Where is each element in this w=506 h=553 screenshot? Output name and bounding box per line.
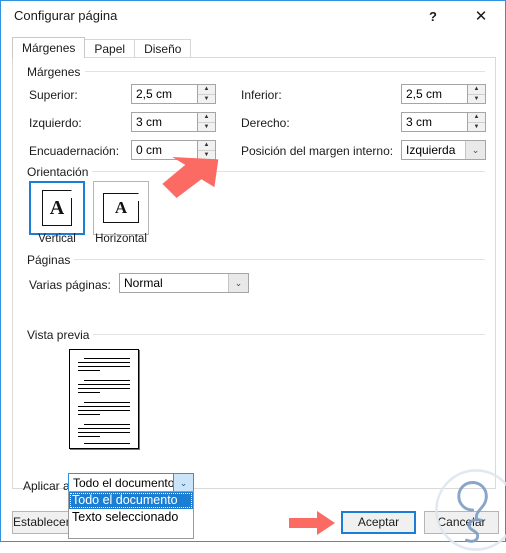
- label-aplicar-a: Aplicar a:: [23, 479, 74, 493]
- spin-up-icon[interactable]: ▲: [468, 85, 485, 95]
- ok-button[interactable]: Aceptar: [341, 511, 416, 534]
- close-icon[interactable]: ✕: [459, 1, 503, 31]
- dropdown-option-todo-el-documento[interactable]: Todo el documento: [69, 492, 193, 509]
- group-rule-margenes: [85, 71, 485, 72]
- spinner-izquierdo-value[interactable]: 3 cm: [132, 113, 197, 131]
- spin-down-icon[interactable]: ▼: [198, 123, 215, 132]
- spin-up-icon[interactable]: ▲: [198, 141, 215, 151]
- chevron-down-icon[interactable]: ⌄: [173, 474, 193, 492]
- spin-down-icon[interactable]: ▼: [468, 123, 485, 132]
- title-bar: Configurar página ? ✕: [1, 1, 505, 31]
- dialog-title: Configurar página: [14, 8, 118, 23]
- group-label-paginas: Páginas: [23, 253, 75, 267]
- spinner-derecho-buttons[interactable]: ▲ ▼: [467, 113, 485, 131]
- group-label-margenes: Márgenes: [23, 65, 85, 79]
- orientation-option-horizontal[interactable]: A: [93, 181, 149, 235]
- spinner-izquierdo-buttons[interactable]: ▲ ▼: [197, 113, 215, 131]
- combo-varias-paginas[interactable]: Normal ⌄: [119, 273, 249, 293]
- combo-posicion-margen-interno[interactable]: Izquierda ⌄: [401, 140, 486, 160]
- dropdown-list-aplicar-a[interactable]: Todo el documento Texto seleccionado: [68, 491, 194, 539]
- spin-up-icon[interactable]: ▲: [198, 113, 215, 123]
- page-preview: [69, 349, 139, 449]
- label-izquierdo: Izquierdo:: [29, 116, 82, 130]
- combo-varias-paginas-value[interactable]: Normal: [120, 274, 228, 292]
- spin-up-icon[interactable]: ▲: [468, 113, 485, 123]
- combo-aplicar-a-value[interactable]: Todo el documento: [69, 474, 173, 492]
- chevron-down-icon[interactable]: ⌄: [228, 274, 248, 292]
- portrait-page-icon: A: [42, 190, 72, 226]
- label-superior: Superior:: [29, 88, 78, 102]
- orientation-option-vertical[interactable]: A: [29, 181, 85, 235]
- dropdown-option-texto-seleccionado[interactable]: Texto seleccionado: [69, 509, 193, 526]
- label-derecho: Derecho:: [241, 116, 290, 130]
- help-icon[interactable]: ?: [411, 1, 455, 31]
- label-posicion-margen-interno: Posición del margen interno:: [241, 144, 394, 158]
- tab-papel[interactable]: Papel: [84, 39, 136, 58]
- tab-diseno[interactable]: Diseño: [134, 39, 192, 58]
- label-varias-paginas: Varias páginas:: [29, 278, 111, 292]
- annotation-arrow-ok: [289, 511, 335, 535]
- spin-down-icon[interactable]: ▼: [198, 95, 215, 104]
- tab-margenes[interactable]: Márgenes: [12, 37, 86, 58]
- spinner-inferior-buttons[interactable]: ▲ ▼: [467, 85, 485, 103]
- label-encuadernacion: Encuadernación:: [29, 144, 120, 158]
- group-rule-paginas: [69, 259, 485, 260]
- label-inferior: Inferior:: [241, 88, 282, 102]
- chevron-down-icon[interactable]: ⌄: [465, 141, 485, 159]
- group-rule-orientacion: [88, 171, 485, 172]
- spinner-inferior-value[interactable]: 2,5 cm: [402, 85, 467, 103]
- spin-down-icon[interactable]: ▼: [468, 95, 485, 104]
- spinner-derecho[interactable]: 3 cm ▲ ▼: [401, 112, 486, 132]
- annotation-arrow-gutter: [162, 156, 219, 198]
- landscape-page-icon: A: [103, 193, 139, 223]
- group-label-orientacion: Orientación: [23, 165, 93, 179]
- combo-aplicar-a[interactable]: Todo el documento ⌄: [68, 473, 194, 493]
- tab-strip: Márgenes Papel Diseño: [12, 37, 192, 58]
- spinner-superior-buttons[interactable]: ▲ ▼: [197, 85, 215, 103]
- cancel-button[interactable]: Cancelar: [424, 511, 499, 534]
- spinner-izquierdo[interactable]: 3 cm ▲ ▼: [131, 112, 216, 132]
- group-label-vista-previa: Vista previa: [23, 328, 94, 342]
- spinner-inferior[interactable]: 2,5 cm ▲ ▼: [401, 84, 486, 104]
- spinner-superior[interactable]: 2,5 cm ▲ ▼: [131, 84, 216, 104]
- orientation-label-horizontal: Horizontal: [95, 233, 147, 245]
- group-rule-vista-previa: [81, 334, 485, 335]
- spinner-superior-value[interactable]: 2,5 cm: [132, 85, 197, 103]
- spinner-derecho-value[interactable]: 3 cm: [402, 113, 467, 131]
- page-setup-dialog: Configurar página ? ✕ Márgenes Papel Dis…: [0, 0, 506, 551]
- combo-posicion-value[interactable]: Izquierda: [402, 141, 465, 159]
- spin-up-icon[interactable]: ▲: [198, 85, 215, 95]
